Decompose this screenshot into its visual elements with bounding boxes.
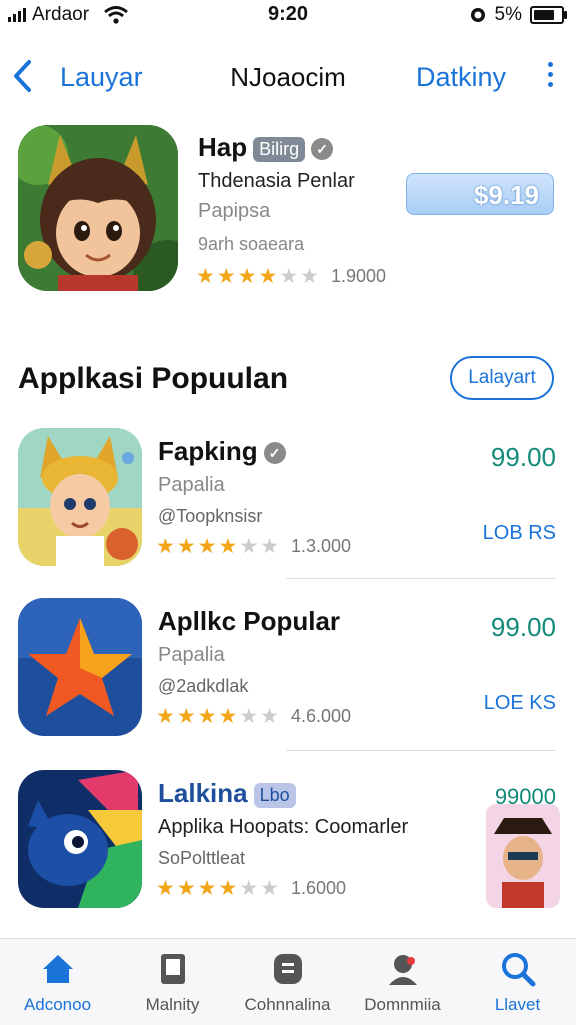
tab-label: Cohnnalina: [244, 995, 331, 1014]
featured-app-title: Hap: [198, 132, 248, 162]
star-icon: ★: [197, 877, 217, 900]
star-empty-icon: ★: [300, 265, 319, 288]
list-item[interactable]: Lalkina Lbo Applika Hoopats: Coomarler So…: [0, 770, 576, 920]
divider: [286, 750, 556, 751]
tab-home[interactable]: Adconoo: [0, 949, 115, 1015]
app-icon: [18, 598, 142, 736]
apps-icon: [273, 954, 302, 984]
creature-illustration: [18, 770, 142, 908]
star-empty-icon: ★: [260, 535, 279, 558]
app-subtitle: Applika Hoopats: Coomarler: [158, 816, 409, 838]
star-empty-icon: ★: [239, 705, 259, 728]
star-icon: ★: [176, 705, 196, 728]
app-rating: ★ ★ ★ ★ ★ ★ 1.6000: [156, 878, 346, 899]
star-empty-icon: ★: [239, 535, 259, 558]
section-title: Applkasi Popuulan: [18, 362, 289, 395]
tab-apps[interactable]: Cohnnalina: [230, 949, 345, 1015]
character-illustration: [18, 125, 178, 291]
star-empty-icon: ★: [239, 877, 259, 900]
search-icon: [501, 953, 535, 987]
app-price[interactable]: 99.00: [491, 612, 556, 643]
star-icon: ★: [196, 265, 215, 288]
featured-price-button[interactable]: $9.19: [406, 173, 554, 215]
star-half-icon: ★: [258, 265, 278, 288]
app-name: Lalkina Lbo: [158, 778, 296, 809]
star-icon: ★: [237, 265, 257, 288]
featured-badge: Bilirg: [253, 136, 306, 162]
featured-app-name[interactable]: Hap Bilirg ✓: [198, 132, 334, 163]
app-title: Lalkina: [158, 778, 248, 808]
status-bar: Ardaor 9:20 5%: [0, 0, 576, 30]
star-half-icon: ★: [218, 877, 238, 900]
app-rating: ★ ★ ★ ★ ★ ★ 1.3.000: [156, 536, 351, 557]
verified-icon: ✓: [311, 138, 334, 161]
tab-documents[interactable]: Malnity: [115, 949, 230, 1015]
more-options-icon[interactable]: [548, 62, 554, 87]
app-badge: Lbo: [253, 782, 296, 808]
star-empty-icon: ★: [279, 265, 299, 288]
star-icon: ★: [197, 535, 217, 558]
rating-count: 1.3.000: [290, 536, 352, 556]
nav-action-button[interactable]: Datkiny: [416, 62, 506, 93]
app-developer: @2adkdlak: [158, 676, 249, 696]
rating-count: 1.9000: [330, 266, 387, 286]
tab-bar: Adconoo Malnity Cohnnalina Domnmiia Llav…: [0, 938, 576, 1025]
list-item[interactable]: Apllkc Popular Papalia @2adkdlak ★ ★ ★ ★…: [0, 598, 576, 748]
featured-rating: ★ ★ ★ ★ ★ ★ 1.9000: [196, 266, 386, 287]
document-icon: [160, 954, 185, 984]
alarm-icon: [470, 8, 485, 22]
star-icon: ★: [216, 265, 236, 288]
app-icon: [18, 770, 142, 908]
get-button[interactable]: LOE KS: [484, 692, 556, 715]
tab-label: Llavet: [494, 995, 541, 1014]
app-name: Fapking ✓: [158, 436, 286, 467]
nav-bar: Lauyar NJoaocim Datkiny: [0, 52, 576, 102]
star-icon: ★: [218, 705, 238, 728]
battery-percent: 5%: [494, 4, 522, 25]
app-name: Apllkc Popular: [158, 606, 341, 636]
star-icon: ★: [156, 535, 175, 558]
app-thumbnail-icon[interactable]: [486, 804, 560, 908]
star-icon: ★: [156, 705, 175, 728]
star-empty-icon: ★: [260, 877, 279, 900]
rating-count: 1.6000: [290, 878, 347, 898]
app-developer: @Toopknsisr: [158, 506, 263, 526]
tab-label: Domnmiia: [364, 995, 441, 1014]
get-button[interactable]: LOB RS: [483, 522, 556, 545]
star-icon: ★: [156, 877, 175, 900]
app-category: Papalia: [158, 474, 225, 496]
star-icon: ★: [176, 877, 196, 900]
app-category: Papalia: [158, 644, 225, 666]
featured-subtitle: Thdenasia Penlar: [198, 170, 355, 192]
tab-label: Adconoo: [23, 995, 92, 1014]
star-icon: ★: [197, 705, 217, 728]
featured-category: Papipsa: [198, 200, 271, 222]
app-rating: ★ ★ ★ ★ ★ ★ 4.6.000: [156, 706, 351, 727]
tab-person[interactable]: Domnmiia: [345, 949, 460, 1015]
app-price[interactable]: 99.00: [491, 442, 556, 473]
battery-icon: [530, 6, 567, 24]
rating-count: 4.6.000: [290, 706, 352, 726]
tab-search[interactable]: Llavet: [460, 949, 575, 1015]
verified-icon: ✓: [263, 442, 286, 465]
app-title: Fapking: [158, 436, 258, 466]
star-empty-icon: ★: [260, 705, 279, 728]
character-illustration: [18, 428, 142, 566]
featured-app-icon[interactable]: [18, 125, 178, 291]
home-icon: [42, 955, 73, 983]
app-icon: [18, 428, 142, 566]
star-icon: ★: [176, 535, 196, 558]
person-icon: [388, 955, 417, 985]
divider: [286, 578, 556, 579]
app-developer: SoPolttleat: [158, 848, 246, 868]
list-item[interactable]: Fapking ✓ Papalia @Toopknsisr ★ ★ ★ ★ ★ ★…: [0, 428, 576, 578]
tab-label: Malnity: [145, 995, 200, 1014]
see-all-button[interactable]: Lalayart: [450, 356, 554, 400]
star-logo-icon: [18, 598, 142, 736]
star-icon: ★: [218, 535, 238, 558]
status-right: 5%: [469, 4, 567, 26]
featured-developer: 9arh soaeara: [198, 234, 305, 254]
